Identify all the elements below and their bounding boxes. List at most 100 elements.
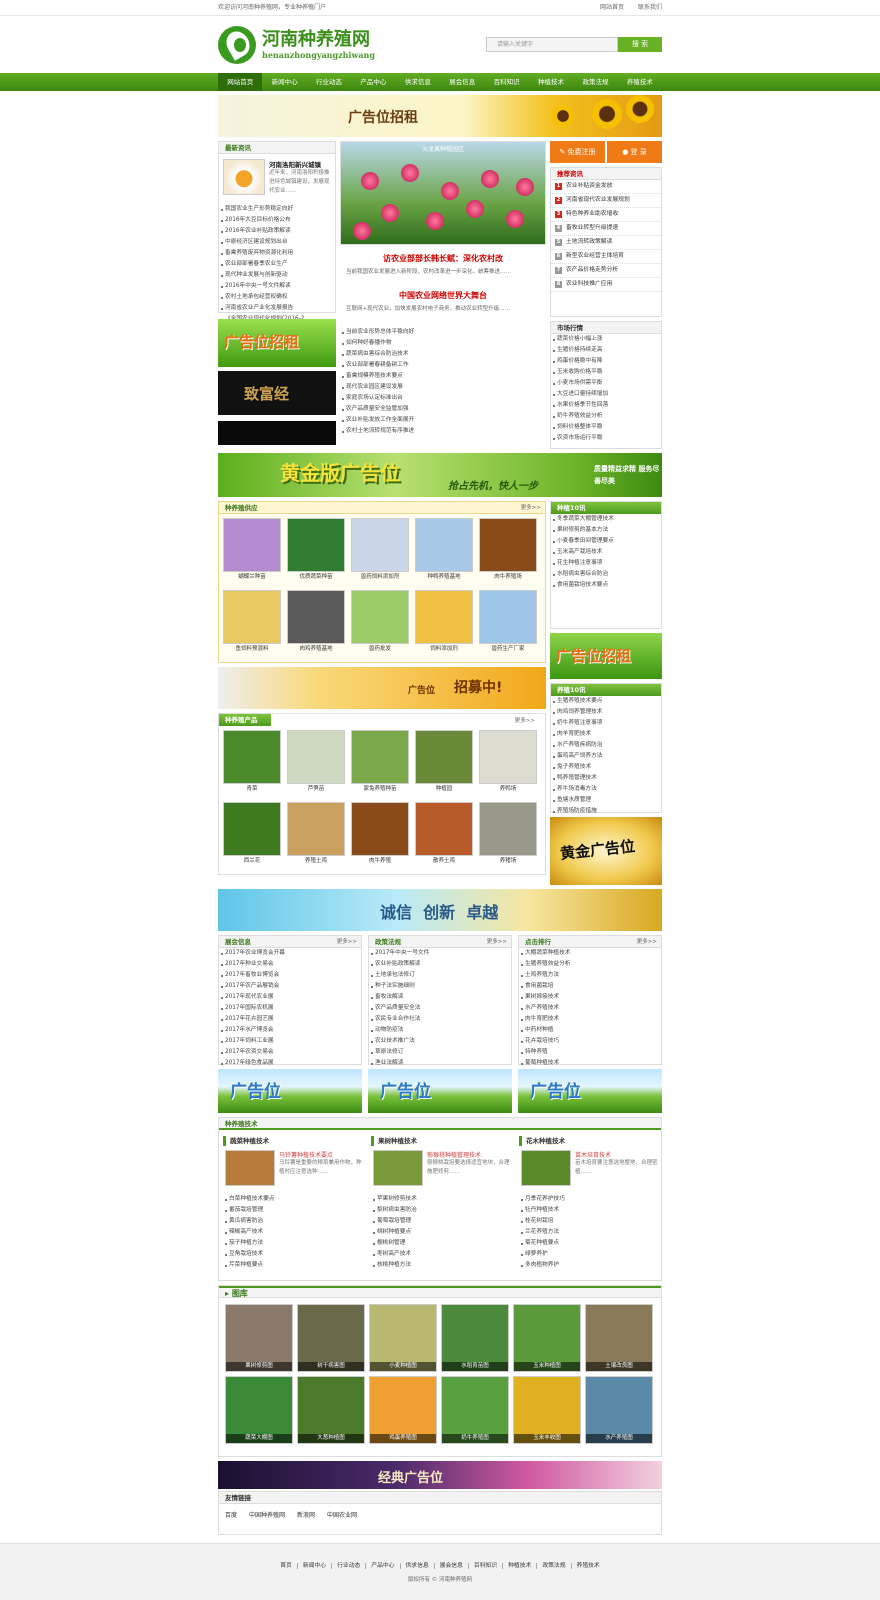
- list-item[interactable]: 奶牛养殖注意事项: [551, 718, 661, 729]
- nav-item-8[interactable]: 政策法规: [573, 73, 617, 91]
- search-button[interactable]: 搜 索: [618, 37, 662, 52]
- list-item[interactable]: 2017年种业交易会: [219, 959, 361, 970]
- list-item[interactable]: 渔业法解读: [369, 1058, 511, 1069]
- list-box-more[interactable]: 更多>>: [487, 936, 507, 948]
- list-item[interactable]: 奶牛养殖效益分析: [551, 411, 661, 422]
- gallery-item[interactable]: 大葱种植图: [297, 1376, 365, 1444]
- product-item[interactable]: 肉牛养殖场: [479, 518, 537, 582]
- hot-news-item[interactable]: 6 新型农业经营主体培育: [551, 250, 661, 264]
- list-item[interactable]: 玉米收购价格平稳: [551, 367, 661, 378]
- list-item[interactable]: 冬季蔬菜大棚管理技术: [551, 514, 661, 525]
- friend-link[interactable]: 中国种养殖网: [249, 1512, 285, 1519]
- gallery-item[interactable]: 水稻育苗图: [441, 1304, 509, 1372]
- list-item[interactable]: 食用菌栽培: [519, 981, 661, 992]
- classic-ad-banner[interactable]: 经典广告位: [218, 1461, 662, 1489]
- list-item[interactable]: 芹菜种植要点: [223, 1260, 365, 1271]
- nav-item-6[interactable]: 百科知识: [484, 73, 528, 91]
- list-item[interactable]: 鸭养殖管理技术: [551, 773, 661, 784]
- list-box-more[interactable]: 更多>>: [337, 936, 357, 948]
- list-item[interactable]: 2016年农业补贴政策解读: [219, 226, 335, 237]
- gallery-item[interactable]: 玉米种植图: [513, 1304, 581, 1372]
- friend-link[interactable]: 新浪网: [297, 1512, 315, 1519]
- list-item[interactable]: 大棚蔬菜种植技术: [519, 948, 661, 959]
- products-more[interactable]: 更多>>: [521, 502, 541, 514]
- list-item[interactable]: 畜禽养殖废弃物资源化利用: [219, 248, 335, 259]
- list-item[interactable]: 蔬菜病虫害综合防治技术: [340, 349, 546, 360]
- list-item[interactable]: 樱桃树管理: [371, 1238, 513, 1249]
- gallery-item[interactable]: 树干病害图: [297, 1304, 365, 1372]
- footer-link[interactable]: 百科知识: [468, 1563, 504, 1569]
- list-item[interactable]: 水产养殖技术: [519, 1003, 661, 1014]
- footer-link[interactable]: 种植技术: [503, 1563, 538, 1569]
- side-ad-zhifujing[interactable]: 致富经: [218, 371, 336, 415]
- list-item[interactable]: 蛋鸡高产饲养方法: [551, 751, 661, 762]
- feature-news-title[interactable]: 河南洛阳新兴城镇: [269, 159, 321, 169]
- list-item[interactable]: 现代农业园区建设发展: [340, 382, 546, 393]
- list-item[interactable]: 土鸡养殖方法: [519, 970, 661, 981]
- list-item[interactable]: 葡萄栽培管理: [371, 1216, 513, 1227]
- slogan-banner-ad[interactable]: 诚信 创新 卓越: [218, 889, 662, 931]
- list-item[interactable]: 肉羊育肥技术: [551, 729, 661, 740]
- nav-item-2[interactable]: 行业动态: [307, 73, 351, 91]
- animal-item[interactable]: 青菜: [223, 730, 281, 794]
- list-item[interactable]: 2016年大豆目标价格公布: [219, 215, 335, 226]
- animal-item[interactable]: 芦笋苗: [287, 730, 345, 794]
- list-item[interactable]: 家庭农场认定标准出台: [340, 393, 546, 404]
- nav-item-7[interactable]: 种植技术: [529, 73, 573, 91]
- list-item[interactable]: 牡丹种植技术: [519, 1205, 661, 1216]
- list-item[interactable]: 2017年畜牧业博览会: [219, 970, 361, 981]
- tech-col-image[interactable]: [521, 1150, 571, 1186]
- animal-item[interactable]: 散养土鸡: [415, 802, 473, 866]
- list-item[interactable]: 农资市场运行平稳: [551, 433, 661, 444]
- list-item[interactable]: 梨树病虫害防治: [371, 1205, 513, 1216]
- footer-link[interactable]: 首页: [275, 1563, 298, 1569]
- list-item[interactable]: 兰花养殖方法: [519, 1227, 661, 1238]
- list-item[interactable]: 养殖场防疫措施: [551, 806, 661, 817]
- gold-banner-ad[interactable]: 黄金版广告位 抢占先机，快人一步 质量精益求精 服务尽善尽美: [218, 453, 662, 497]
- list-item[interactable]: 水果价格季节性回落: [551, 400, 661, 411]
- tech-col-title[interactable]: 花木种植技术: [519, 1136, 661, 1146]
- footer-link[interactable]: 产品中心: [366, 1563, 401, 1569]
- side-ad-recruit[interactable]: 广告位招租: [218, 319, 336, 367]
- gallery-item[interactable]: 玉米丰收图: [513, 1376, 581, 1444]
- site-logo[interactable]: 河南种养殖网 henanzhongyangzhiwang: [218, 25, 375, 64]
- list-item[interactable]: 草原法修订: [369, 1047, 511, 1058]
- nav-item-9[interactable]: 养殖技术: [618, 73, 662, 91]
- list-item[interactable]: 水产养殖疾病防治: [551, 740, 661, 751]
- list-item[interactable]: 食用菌栽培技术要点: [551, 580, 661, 591]
- list-item[interactable]: 辣椒高产技术: [223, 1227, 365, 1238]
- animal-item[interactable]: 西兰花: [223, 802, 281, 866]
- product-item[interactable]: 兽药批发: [351, 590, 409, 654]
- list-item[interactable]: 核桃种植方法: [371, 1260, 513, 1271]
- nav-item-5[interactable]: 展会信息: [440, 73, 484, 91]
- list-item[interactable]: 中药材种植: [519, 1025, 661, 1036]
- product-item[interactable]: 鱼饲料预混料: [223, 590, 281, 654]
- list-item[interactable]: 土地承包法修订: [369, 970, 511, 981]
- tech-col-feature-title[interactable]: 苗木培育技术: [575, 1150, 611, 1159]
- list-item[interactable]: 养牛场消毒方法: [551, 784, 661, 795]
- list-item[interactable]: 农业技术推广法: [369, 1036, 511, 1047]
- list-item[interactable]: 花卉栽培技巧: [519, 1036, 661, 1047]
- list-item[interactable]: 月季花养护技巧: [519, 1194, 661, 1205]
- list-item[interactable]: 桂花树栽培: [519, 1216, 661, 1227]
- gallery-item[interactable]: 土壤改良图: [585, 1304, 653, 1372]
- list-item[interactable]: 生猪养殖技术要点: [551, 696, 661, 707]
- grass-ad-0[interactable]: 广告位: [218, 1069, 362, 1113]
- list-item[interactable]: 肉鸡饲养管理技术: [551, 707, 661, 718]
- nav-item-3[interactable]: 产品中心: [351, 73, 395, 91]
- list-item[interactable]: 2017年农业博览会开幕: [219, 948, 361, 959]
- list-item[interactable]: 绿萝养护: [519, 1249, 661, 1260]
- hot-news-item[interactable]: 3 特色种养业助农增收: [551, 208, 661, 222]
- animal-item[interactable]: 肉牛养殖: [351, 802, 409, 866]
- list-item[interactable]: 2017年水产博览会: [219, 1025, 361, 1036]
- login-button[interactable]: ● 登 录: [607, 141, 662, 163]
- search-input[interactable]: 请输入关键字: [486, 37, 618, 52]
- animal-item[interactable]: 家兔养殖种苗: [351, 730, 409, 794]
- list-item[interactable]: 现代种业发展与创新驱动: [219, 270, 335, 281]
- tech-col-title[interactable]: 果树种植技术: [371, 1136, 513, 1146]
- footer-link[interactable]: 新闻中心: [297, 1563, 333, 1569]
- list-item[interactable]: 桃树种植要点: [371, 1227, 513, 1238]
- headline-2[interactable]: 中国农业网络世界大舞台: [340, 290, 546, 301]
- friend-link[interactable]: 百度: [225, 1512, 237, 1519]
- list-item[interactable]: 农业部部署春季农业生产: [219, 259, 335, 270]
